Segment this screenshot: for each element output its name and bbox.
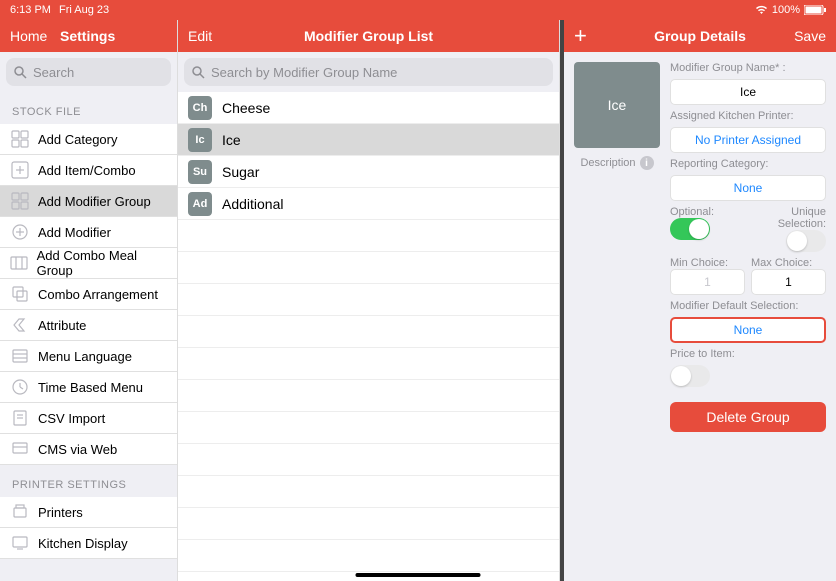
battery-icon	[804, 5, 826, 15]
sidebar-item[interactable]: Add Category	[0, 124, 177, 155]
sidebar-item-label: Combo Arrangement	[38, 287, 158, 302]
group-abbr: Ic	[188, 128, 212, 152]
details-title: Group Details	[624, 28, 776, 44]
modifier-search[interactable]: Search by Modifier Group Name	[184, 58, 553, 86]
sidebar-item[interactable]: Add Modifier Group	[0, 186, 177, 217]
sidebar-item-icon	[10, 533, 30, 553]
category-select[interactable]: None	[670, 175, 826, 201]
printer-select[interactable]: No Printer Assigned	[670, 127, 826, 153]
details-panel: + Group Details Save Ice Description i M…	[560, 20, 836, 581]
sidebar-search-placeholder: Search	[33, 65, 74, 80]
sidebar-item-label: Time Based Menu	[38, 380, 143, 395]
search-icon	[192, 66, 205, 79]
sidebar-item-icon	[10, 408, 30, 428]
delete-button[interactable]: Delete Group	[670, 402, 826, 432]
modifier-group-row[interactable]: Ad Additional	[178, 188, 559, 220]
max-label: Max Choice:	[751, 257, 826, 269]
sidebar-item[interactable]: Attribute	[0, 310, 177, 341]
battery-pct: 100%	[772, 4, 800, 16]
sidebar-item-icon	[10, 315, 30, 335]
sidebar-search[interactable]: Search	[6, 58, 171, 86]
sidebar-item[interactable]: Kitchen Display	[0, 528, 177, 559]
info-icon: i	[640, 156, 654, 170]
unique-toggle[interactable]	[786, 230, 826, 252]
group-abbr: Ch	[188, 96, 212, 120]
sidebar-item-label: Add Modifier	[38, 225, 111, 240]
home-indicator[interactable]	[356, 573, 481, 577]
group-name: Ice	[222, 132, 241, 148]
section-printer-settings: PRINTER SETTINGS	[0, 465, 177, 497]
sidebar-item-icon	[10, 346, 30, 366]
status-date: Fri Aug 23	[59, 4, 109, 16]
edit-button[interactable]: Edit	[188, 28, 238, 44]
modifier-group-row[interactable]: Ic Ice	[178, 124, 559, 156]
sidebar: Home Settings Search STOCK FILE Add Cate…	[0, 20, 178, 581]
sidebar-item-icon	[10, 222, 30, 242]
sidebar-item-icon	[10, 160, 30, 180]
sidebar-item-label: Add Modifier Group	[38, 194, 151, 209]
min-input[interactable]: 1	[670, 269, 745, 295]
optional-toggle[interactable]	[670, 218, 710, 240]
sidebar-item-label: Add Category	[38, 132, 118, 147]
default-label: Modifier Default Selection:	[670, 300, 826, 312]
unique-label: Unique Selection:	[751, 206, 826, 230]
price-toggle[interactable]	[670, 365, 710, 387]
sidebar-item-label: Add Combo Meal Group	[37, 248, 167, 278]
modifier-group-row[interactable]: Ch Cheese	[178, 92, 559, 124]
name-input[interactable]: Ice	[670, 79, 826, 105]
sidebar-item-label: Add Item/Combo	[38, 163, 136, 178]
description-label[interactable]: Description i	[574, 156, 660, 170]
sidebar-item[interactable]: Add Combo Meal Group	[0, 248, 177, 279]
sidebar-item[interactable]: CMS via Web	[0, 434, 177, 465]
group-abbr: Su	[188, 160, 212, 184]
group-abbr: Ad	[188, 192, 212, 216]
sidebar-item-label: Kitchen Display	[38, 536, 128, 551]
optional-label: Optional:	[670, 206, 745, 218]
name-label: Modifier Group Name* :	[670, 62, 826, 74]
group-name: Cheese	[222, 100, 270, 116]
group-name: Additional	[222, 196, 284, 212]
section-stock-file: STOCK FILE	[0, 92, 177, 124]
category-label: Reporting Category:	[670, 158, 826, 170]
sidebar-item[interactable]: CSV Import	[0, 403, 177, 434]
search-icon	[14, 66, 27, 79]
printer-label: Assigned Kitchen Printer:	[670, 110, 826, 122]
sidebar-item-icon	[10, 253, 29, 273]
modifier-group-row[interactable]: Su Sugar	[178, 156, 559, 188]
home-button[interactable]: Home	[10, 28, 60, 44]
group-name: Sugar	[222, 164, 259, 180]
sidebar-item[interactable]: Add Modifier	[0, 217, 177, 248]
sidebar-item-icon	[10, 129, 30, 149]
sidebar-item-icon	[10, 439, 30, 459]
sidebar-item-icon	[10, 191, 30, 211]
settings-title: Settings	[60, 28, 115, 44]
sidebar-item-icon	[10, 284, 30, 304]
sidebar-item-label: Menu Language	[38, 349, 132, 364]
group-thumbnail[interactable]: Ice	[574, 62, 660, 148]
sidebar-item-icon	[10, 502, 30, 522]
sidebar-item-label: CSV Import	[38, 411, 105, 426]
default-select[interactable]: None	[670, 317, 826, 343]
min-label: Min Choice:	[670, 257, 745, 269]
modifier-list-panel: Edit Modifier Group List Search by Modif…	[178, 20, 560, 581]
empty-rows	[178, 220, 559, 581]
list-title: Modifier Group List	[238, 28, 499, 44]
save-button[interactable]: Save	[776, 28, 826, 44]
sidebar-item[interactable]: Menu Language	[0, 341, 177, 372]
add-button[interactable]: +	[574, 23, 624, 49]
sidebar-item[interactable]: Printers	[0, 497, 177, 528]
max-input[interactable]: 1	[751, 269, 826, 295]
wifi-icon	[755, 5, 768, 15]
price-label: Price to Item:	[670, 348, 826, 360]
sidebar-item-label: Attribute	[38, 318, 86, 333]
modifier-search-placeholder: Search by Modifier Group Name	[211, 65, 397, 80]
status-time: 6:13 PM	[10, 4, 51, 16]
sidebar-item[interactable]: Time Based Menu	[0, 372, 177, 403]
status-bar: 6:13 PM Fri Aug 23 100%	[0, 0, 836, 20]
sidebar-item-icon	[10, 377, 30, 397]
sidebar-item-label: Printers	[38, 505, 83, 520]
sidebar-item[interactable]: Combo Arrangement	[0, 279, 177, 310]
sidebar-item-label: CMS via Web	[38, 442, 117, 457]
sidebar-item[interactable]: Add Item/Combo	[0, 155, 177, 186]
